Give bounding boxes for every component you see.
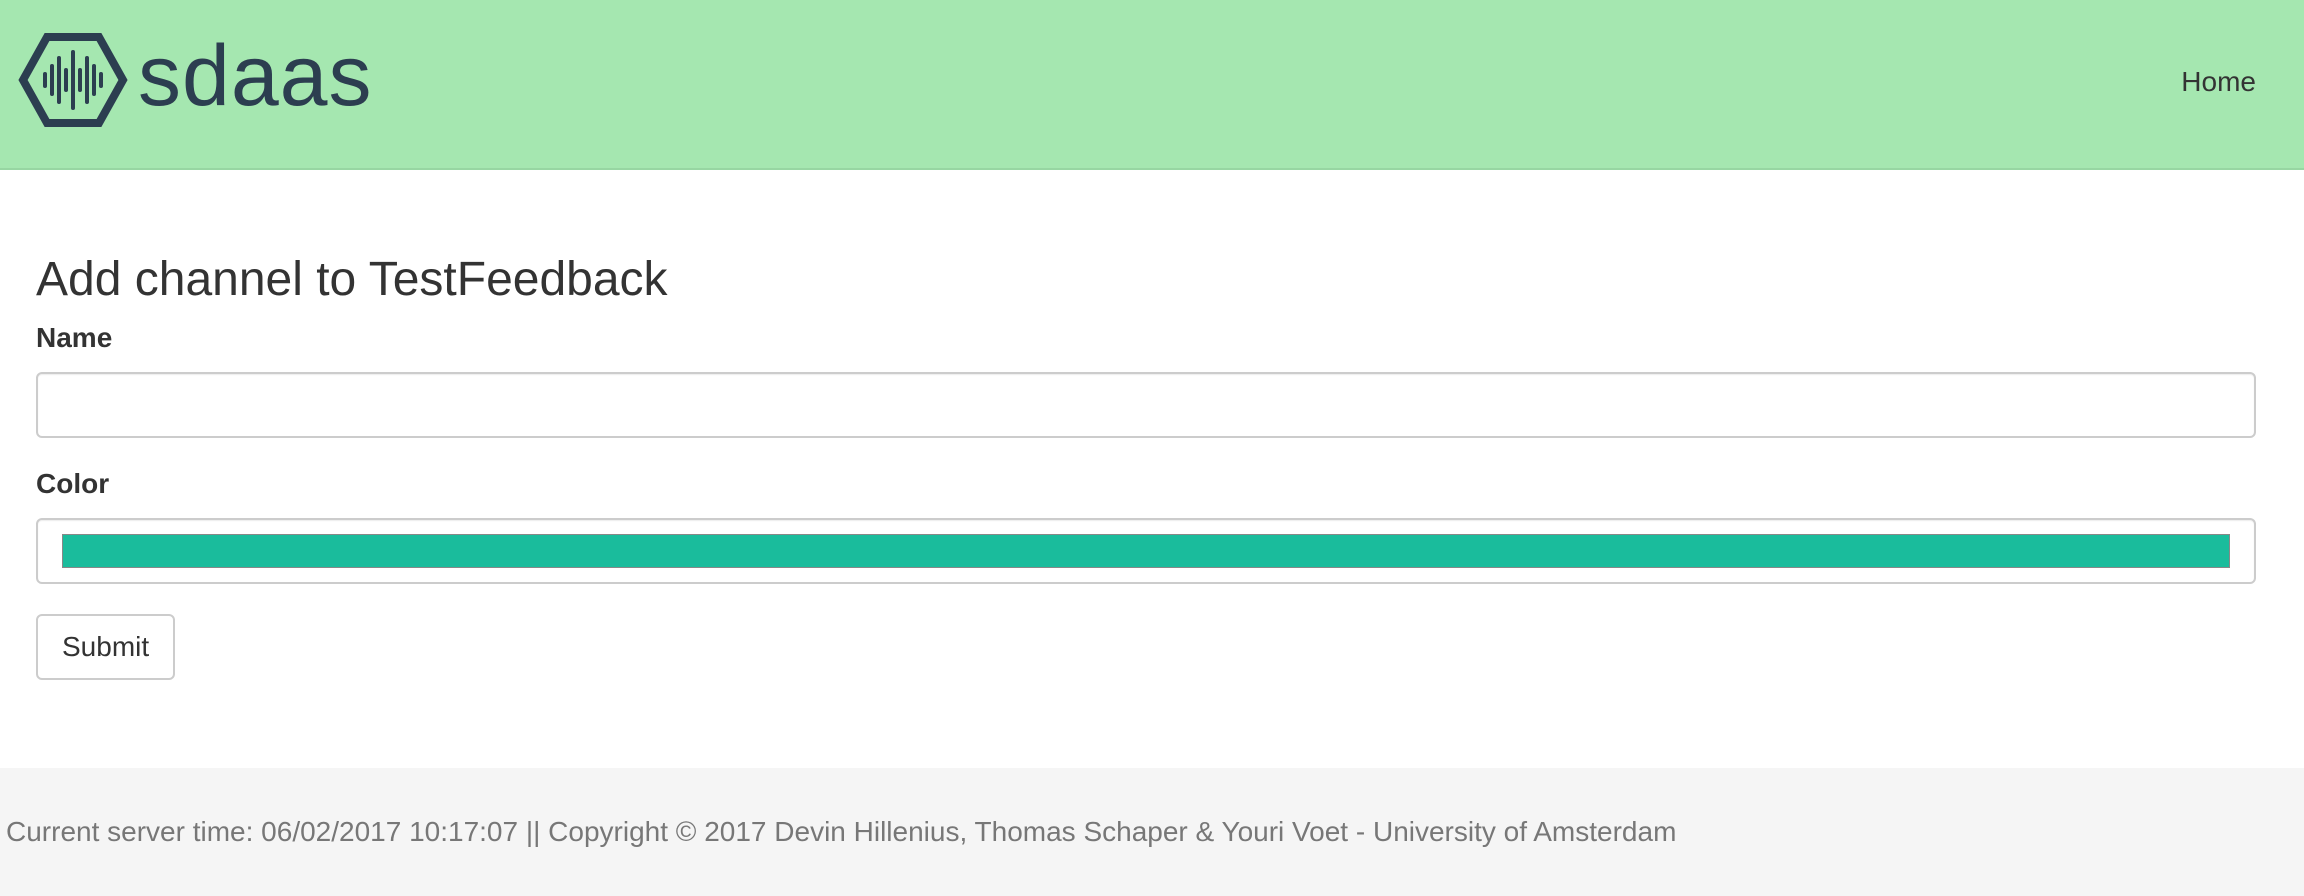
footer-text: Current server time: 06/02/2017 10:17:07… bbox=[6, 816, 1677, 847]
brand-link[interactable]: sdaas bbox=[18, 28, 373, 128]
name-label: Name bbox=[36, 322, 113, 353]
submit-button[interactable]: Submit bbox=[36, 614, 176, 680]
navbar: sdaas Home bbox=[0, 0, 2304, 170]
hexagon-soundwave-icon bbox=[18, 33, 128, 127]
main-content: Add channel to TestFeedback Name Color S… bbox=[36, 250, 2256, 680]
footer: Current server time: 06/02/2017 10:17:07… bbox=[0, 768, 2304, 896]
name-input[interactable] bbox=[36, 372, 2256, 438]
brand-name: sdaas bbox=[138, 28, 373, 124]
page-title: Add channel to TestFeedback bbox=[36, 253, 668, 306]
nav-home-link[interactable]: Home bbox=[2181, 62, 2256, 102]
color-swatch bbox=[62, 534, 2230, 568]
color-picker-input[interactable] bbox=[36, 518, 2256, 584]
color-label: Color bbox=[36, 468, 110, 499]
